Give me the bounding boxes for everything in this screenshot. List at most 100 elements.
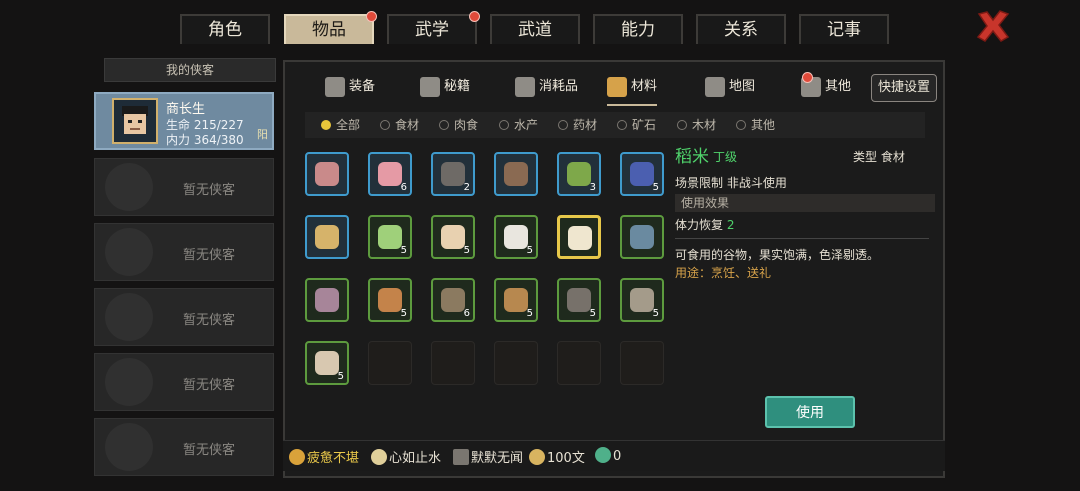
inventory-slot-empty[interactable] xyxy=(368,341,412,385)
inventory-slot[interactable]: 5 xyxy=(620,278,664,322)
filter-other[interactable]: 其他 xyxy=(736,116,775,133)
item-count: 2 xyxy=(463,182,470,193)
empty-slot-label: 暂无侠客 xyxy=(183,313,236,328)
pan-icon xyxy=(630,225,654,249)
category-tab-other[interactable]: 其他 xyxy=(801,70,851,104)
filter-wood[interactable]: 木材 xyxy=(677,116,716,133)
filter-label: 肉食 xyxy=(454,118,479,132)
item-count: 5 xyxy=(400,308,407,319)
spider-icon xyxy=(441,162,465,186)
radio-icon xyxy=(736,120,746,130)
category-label: 材料 xyxy=(631,79,658,94)
close-icon[interactable] xyxy=(975,8,1011,44)
filter-label: 矿石 xyxy=(632,118,657,132)
radio-icon xyxy=(617,120,627,130)
tab-abilities[interactable]: 能力 xyxy=(593,14,683,44)
inventory-slot-empty[interactable] xyxy=(431,341,475,385)
category-tab-maps[interactable]: 地图 xyxy=(705,70,755,104)
fatigue-icon xyxy=(289,449,305,465)
inventory-slot[interactable]: 5 xyxy=(494,278,538,322)
coil-icon xyxy=(630,288,654,312)
status-label: 100文 xyxy=(547,451,585,466)
inventory-slot-empty[interactable] xyxy=(620,341,664,385)
tab-items[interactable]: 物品 xyxy=(284,11,377,44)
inventory-slot[interactable]: 5 xyxy=(557,278,601,322)
inventory-slot[interactable]: 3 xyxy=(557,152,601,196)
flour-icon xyxy=(504,225,528,249)
inventory-slot[interactable]: 5 xyxy=(431,215,475,259)
category-tab-consumables[interactable]: 消耗品 xyxy=(515,70,578,104)
category-label: 地图 xyxy=(729,79,756,94)
filter-ingredients[interactable]: 食材 xyxy=(380,116,419,133)
item-grade: 丁级 xyxy=(713,150,738,164)
inventory-slot[interactable]: 5 xyxy=(368,278,412,322)
status-fatigue: 疲惫不堪 xyxy=(289,447,359,466)
member-mp: 内力 364/380 xyxy=(166,133,244,147)
party-slot-empty[interactable]: 暂无侠客 xyxy=(94,418,274,476)
inventory-slot[interactable] xyxy=(305,278,349,322)
status-mood: 心如止水 xyxy=(371,447,441,466)
inventory-slot[interactable]: 6 xyxy=(431,278,475,322)
tab-martial-arts[interactable]: 武学 xyxy=(387,11,480,44)
inventory-slot[interactable]: 5 xyxy=(368,215,412,259)
inventory-slot[interactable] xyxy=(620,215,664,259)
item-count: 5 xyxy=(337,371,344,382)
top-tab-bar: 角色 物品 武学 武道 能力 关系 记事 xyxy=(0,0,1080,48)
notification-badge xyxy=(366,11,377,22)
item-usage: 用途：烹饪、送礼 xyxy=(675,266,772,280)
material-icon xyxy=(607,76,627,97)
tab-character[interactable]: 角色 xyxy=(180,14,270,44)
inventory-slot[interactable]: 2 xyxy=(431,152,475,196)
party-slot-empty[interactable]: 暂无侠客 xyxy=(94,223,274,281)
filter-ore[interactable]: 矿石 xyxy=(617,116,656,133)
inventory-slot[interactable]: 5 xyxy=(305,341,349,385)
inventory-slot[interactable] xyxy=(494,152,538,196)
inventory-slot[interactable] xyxy=(557,215,601,259)
radio-icon xyxy=(380,120,390,130)
inventory-slot-empty[interactable] xyxy=(494,341,538,385)
filter-seafood[interactable]: 水产 xyxy=(499,116,538,133)
item-count: 5 xyxy=(526,308,533,319)
party-slot-empty[interactable]: 暂无侠客 xyxy=(94,353,274,411)
inventory-slot[interactable]: 6 xyxy=(368,152,412,196)
radio-icon xyxy=(499,120,509,130)
category-tab-equipment[interactable]: 装备 xyxy=(325,70,375,104)
status-fame: 默默无闻 xyxy=(453,447,523,466)
inventory-slot-empty[interactable] xyxy=(557,341,601,385)
inventory-slot[interactable]: 5 xyxy=(620,152,664,196)
category-tab-manuals[interactable]: 秘籍 xyxy=(420,70,470,104)
item-count: 5 xyxy=(652,182,659,193)
status-money: 100文 xyxy=(529,447,585,466)
filter-herbs[interactable]: 药材 xyxy=(558,116,597,133)
category-tab-materials[interactable]: 材料 xyxy=(607,70,658,106)
filter-all[interactable]: 全部 xyxy=(321,116,360,133)
inventory-slot[interactable] xyxy=(305,152,349,196)
empty-slot-label: 暂无侠客 xyxy=(183,248,236,263)
party-slot-empty[interactable]: 暂无侠客 xyxy=(94,158,274,216)
party-slot-empty[interactable]: 暂无侠客 xyxy=(94,288,274,346)
empty-slot-label: 暂无侠客 xyxy=(183,443,236,458)
use-button[interactable]: 使用 xyxy=(765,396,855,428)
status-gems: 0 xyxy=(595,447,621,464)
party-member-active[interactable]: 商长生 生命 215/227 内力 364/380 阳 xyxy=(94,92,274,150)
filter-label: 药材 xyxy=(573,118,598,132)
item-count: 5 xyxy=(463,245,470,256)
party-title: 我的侠客 xyxy=(104,58,276,82)
cabbage-icon xyxy=(378,225,402,249)
divider xyxy=(675,238,929,239)
inventory-slot[interactable]: 5 xyxy=(494,215,538,259)
member-tag: 阳 xyxy=(257,128,268,141)
inventory-slot[interactable] xyxy=(305,215,349,259)
status-bar: 疲惫不堪 心如止水 默默无闻 100文 0 xyxy=(283,440,945,471)
tab-relations[interactable]: 关系 xyxy=(696,14,786,44)
notification-badge xyxy=(469,11,480,22)
tab-journal[interactable]: 记事 xyxy=(799,14,889,44)
coin-icon xyxy=(529,449,545,465)
quick-settings-button[interactable]: 快捷设置 xyxy=(871,74,937,102)
item-name: 稻米 xyxy=(675,147,709,167)
filter-label: 水产 xyxy=(514,118,539,132)
tab-martial-path[interactable]: 武道 xyxy=(490,14,580,44)
filter-meat[interactable]: 肉食 xyxy=(439,116,478,133)
category-label: 消耗品 xyxy=(539,79,579,94)
item-count: 5 xyxy=(589,308,596,319)
